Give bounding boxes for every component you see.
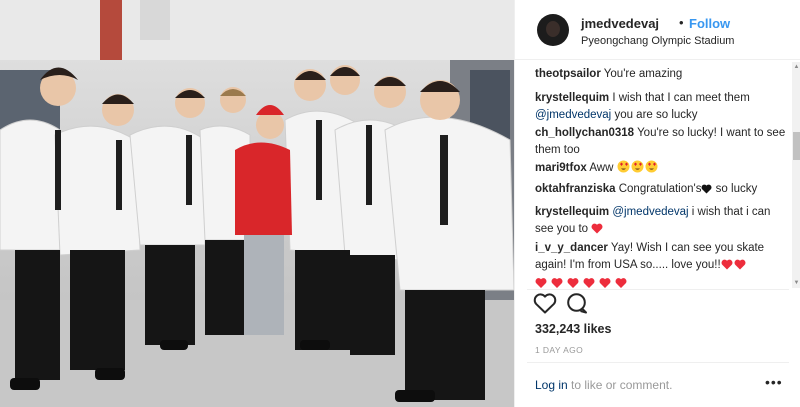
- scrollbar-thumb[interactable]: [793, 132, 800, 160]
- comment-text: Congratulation's: [615, 183, 702, 195]
- location-link[interactable]: Pyeongchang Olympic Stadium: [581, 35, 734, 47]
- comment-text: you are so lucky: [611, 109, 698, 121]
- comment-mention[interactable]: @jmedvedevaj: [612, 206, 688, 218]
- comment-text: Aww: [586, 162, 614, 174]
- more-options-button[interactable]: •••: [765, 374, 783, 390]
- black-heart-icon: [701, 183, 712, 200]
- follow-button[interactable]: Follow: [689, 16, 730, 31]
- avatar[interactable]: [537, 14, 569, 46]
- post-timestamp: 1 DAY AGO: [535, 345, 584, 355]
- divider: [527, 362, 789, 363]
- likes-count[interactable]: 332,243 likes: [535, 322, 611, 336]
- comment-username[interactable]: i_v_y_dancer: [535, 242, 608, 254]
- post-photo: [0, 0, 514, 407]
- comment-username[interactable]: oktahfranziska: [535, 183, 616, 195]
- comment-item: krystellequim I wish that I can meet the…: [535, 90, 787, 124]
- comment-item: i_v_y_dancer Yay! Wish I can see you ska…: [535, 240, 787, 288]
- red-heart-row-icon: [535, 277, 631, 288]
- comment-username[interactable]: krystellequim: [535, 92, 609, 104]
- comments-scrollbar[interactable]: ▲ ▼: [792, 62, 800, 288]
- heart-eyes-emoji-icon: [617, 160, 659, 179]
- comment-item: theotpsailor You're amazing: [535, 66, 787, 83]
- comment-mention[interactable]: @jmedvedevaj: [535, 109, 611, 121]
- comment-item: mari9tfox Aww: [535, 160, 787, 179]
- login-prompt-text: to like or comment.: [567, 378, 673, 392]
- comment-username[interactable]: ch_hollychan0318: [535, 127, 634, 139]
- heart-outline-icon[interactable]: [533, 292, 557, 316]
- comment-username[interactable]: krystellequim: [535, 206, 609, 218]
- comment-username[interactable]: mari9tfox: [535, 162, 587, 174]
- comment-bubble-icon[interactable]: [565, 292, 589, 316]
- post-side-panel: jmedvedevaj • Follow Pyeongchang Olympic…: [514, 0, 800, 407]
- comment-text: You're amazing: [600, 68, 683, 80]
- comment-item: ch_hollychan0318 You're so lucky! I want…: [535, 125, 787, 159]
- scroll-up-arrow-icon[interactable]: ▲: [792, 62, 800, 72]
- login-prompt: Log in to like or comment.: [535, 378, 672, 392]
- scroll-down-arrow-icon[interactable]: ▼: [792, 278, 800, 288]
- red-heart-icon: [721, 259, 747, 276]
- comment-username[interactable]: theotpsailor: [535, 68, 601, 80]
- login-link[interactable]: Log in: [535, 378, 568, 392]
- comment-text: so lucky: [712, 183, 758, 195]
- separator-dot: •: [679, 15, 684, 30]
- comment-item: krystellequim @jmedvedevaj i wish that i…: [535, 204, 787, 240]
- post-header: jmedvedevaj • Follow Pyeongchang Olympic…: [515, 0, 800, 60]
- comment-item: oktahfranziska Congratulation's so lucky: [535, 181, 787, 200]
- divider: [527, 289, 789, 290]
- author-username[interactable]: jmedvedevaj: [581, 16, 659, 31]
- red-heart-icon: [591, 223, 603, 240]
- comment-text: I wish that I can meet them: [609, 92, 750, 104]
- comments-list: theotpsailor You're amazing krystellequi…: [515, 62, 800, 288]
- group-photo-illustration: [0, 0, 514, 407]
